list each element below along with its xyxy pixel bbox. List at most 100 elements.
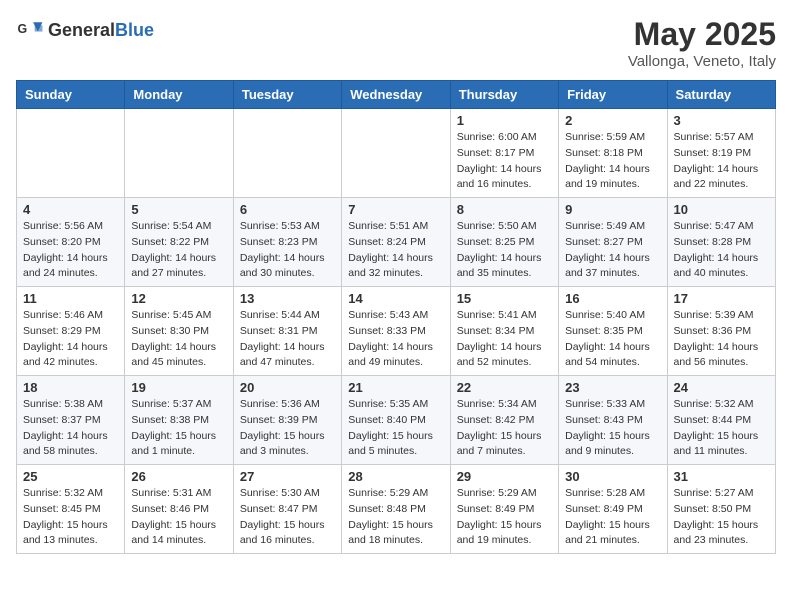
day-header-sunday: Sunday [17,81,125,109]
calendar-cell: 20 Sunrise: 5:36 AM Sunset: 8:39 PM Dayli… [233,376,341,465]
day-info: Sunrise: 5:30 AM Sunset: 8:47 PM Dayligh… [240,486,335,549]
day-info: Sunrise: 5:37 AM Sunset: 8:38 PM Dayligh… [131,397,226,460]
day-number: 19 [131,380,226,395]
day-info: Sunrise: 5:38 AM Sunset: 8:37 PM Dayligh… [23,397,118,460]
calendar-cell: 24 Sunrise: 5:32 AM Sunset: 8:44 PM Dayli… [667,376,775,465]
day-info: Sunrise: 5:57 AM Sunset: 8:19 PM Dayligh… [674,130,769,193]
day-header-saturday: Saturday [667,81,775,109]
day-number: 16 [565,291,660,306]
day-number: 18 [23,380,118,395]
day-info: Sunrise: 5:39 AM Sunset: 8:36 PM Dayligh… [674,308,769,371]
calendar-cell: 31Sunrise: 5:27 AM Sunset: 8:50 PM Dayli… [667,465,775,554]
day-info: Sunrise: 5:31 AM Sunset: 8:46 PM Dayligh… [131,486,226,549]
day-number: 23 [565,380,660,395]
calendar-cell: 23 Sunrise: 5:33 AM Sunset: 8:43 PM Dayli… [559,376,667,465]
calendar-week-row: 11Sunrise: 5:46 AM Sunset: 8:29 PM Dayli… [17,287,776,376]
calendar-cell: 18 Sunrise: 5:38 AM Sunset: 8:37 PM Dayli… [17,376,125,465]
calendar-cell: 28Sunrise: 5:29 AM Sunset: 8:48 PM Dayli… [342,465,450,554]
day-number: 10 [674,202,769,217]
calendar-title: May 2025 [628,16,776,53]
day-number: 7 [348,202,443,217]
calendar-week-row: 18 Sunrise: 5:38 AM Sunset: 8:37 PM Dayli… [17,376,776,465]
calendar-cell: 1 Sunrise: 6:00 AM Sunset: 8:17 PM Daylig… [450,109,558,198]
day-info: Sunrise: 5:44 AM Sunset: 8:31 PM Dayligh… [240,308,335,371]
day-number: 17 [674,291,769,306]
day-info: Sunrise: 5:29 AM Sunset: 8:49 PM Dayligh… [457,486,552,549]
day-number: 30 [565,469,660,484]
calendar-cell: 22 Sunrise: 5:34 AM Sunset: 8:42 PM Dayli… [450,376,558,465]
day-number: 2 [565,113,660,128]
calendar-cell: 3 Sunrise: 5:57 AM Sunset: 8:19 PM Daylig… [667,109,775,198]
day-info: Sunrise: 5:32 AM Sunset: 8:44 PM Dayligh… [674,397,769,460]
day-info: Sunrise: 5:28 AM Sunset: 8:49 PM Dayligh… [565,486,660,549]
day-info: Sunrise: 5:47 AM Sunset: 8:28 PM Dayligh… [674,219,769,282]
day-header-tuesday: Tuesday [233,81,341,109]
day-info: Sunrise: 5:54 AM Sunset: 8:22 PM Dayligh… [131,219,226,282]
day-info: Sunrise: 5:32 AM Sunset: 8:45 PM Dayligh… [23,486,118,549]
calendar-cell: 2 Sunrise: 5:59 AM Sunset: 8:18 PM Daylig… [559,109,667,198]
calendar-cell: 17 Sunrise: 5:39 AM Sunset: 8:36 PM Dayli… [667,287,775,376]
day-number: 12 [131,291,226,306]
calendar-cell [233,109,341,198]
day-info: Sunrise: 5:43 AM Sunset: 8:33 PM Dayligh… [348,308,443,371]
calendar-cell: 21 Sunrise: 5:35 AM Sunset: 8:40 PM Dayli… [342,376,450,465]
calendar-cell [342,109,450,198]
calendar-cell: 29 Sunrise: 5:29 AM Sunset: 8:49 PM Dayli… [450,465,558,554]
title-section: May 2025 Vallonga, Veneto, Italy [628,16,776,70]
day-number: 29 [457,469,552,484]
day-info: Sunrise: 5:36 AM Sunset: 8:39 PM Dayligh… [240,397,335,460]
calendar-table: SundayMondayTuesdayWednesdayThursdayFrid… [16,80,776,554]
day-number: 3 [674,113,769,128]
day-info: Sunrise: 5:29 AM Sunset: 8:48 PM Dayligh… [348,486,443,549]
logo-general: General [48,20,115,40]
day-info: Sunrise: 5:46 AM Sunset: 8:29 PM Dayligh… [23,308,118,371]
day-header-wednesday: Wednesday [342,81,450,109]
calendar-cell: 16Sunrise: 5:40 AM Sunset: 8:35 PM Dayli… [559,287,667,376]
calendar-cell: 12 Sunrise: 5:45 AM Sunset: 8:30 PM Dayli… [125,287,233,376]
page-header: G GeneralBlue May 2025 Vallonga, Veneto,… [16,16,776,70]
calendar-cell: 10 Sunrise: 5:47 AM Sunset: 8:28 PM Dayli… [667,198,775,287]
day-number: 20 [240,380,335,395]
day-number: 13 [240,291,335,306]
calendar-header-row: SundayMondayTuesdayWednesdayThursdayFrid… [17,81,776,109]
day-number: 15 [457,291,552,306]
calendar-cell: 19 Sunrise: 5:37 AM Sunset: 8:38 PM Dayli… [125,376,233,465]
day-number: 8 [457,202,552,217]
day-info: Sunrise: 5:51 AM Sunset: 8:24 PM Dayligh… [348,219,443,282]
day-number: 21 [348,380,443,395]
calendar-cell: 15Sunrise: 5:41 AM Sunset: 8:34 PM Dayli… [450,287,558,376]
calendar-cell: 5 Sunrise: 5:54 AM Sunset: 8:22 PM Daylig… [125,198,233,287]
logo-icon: G [16,16,44,44]
day-number: 22 [457,380,552,395]
calendar-cell [17,109,125,198]
day-number: 25 [23,469,118,484]
calendar-cell: 26Sunrise: 5:31 AM Sunset: 8:46 PM Dayli… [125,465,233,554]
calendar-cell: 7 Sunrise: 5:51 AM Sunset: 8:24 PM Daylig… [342,198,450,287]
day-number: 24 [674,380,769,395]
day-info: Sunrise: 5:50 AM Sunset: 8:25 PM Dayligh… [457,219,552,282]
day-info: Sunrise: 5:45 AM Sunset: 8:30 PM Dayligh… [131,308,226,371]
day-number: 5 [131,202,226,217]
calendar-week-row: 25 Sunrise: 5:32 AM Sunset: 8:45 PM Dayli… [17,465,776,554]
calendar-week-row: 1 Sunrise: 6:00 AM Sunset: 8:17 PM Daylig… [17,109,776,198]
day-info: Sunrise: 5:27 AM Sunset: 8:50 PM Dayligh… [674,486,769,549]
day-info: Sunrise: 5:34 AM Sunset: 8:42 PM Dayligh… [457,397,552,460]
logo-blue: Blue [115,20,154,40]
day-number: 27 [240,469,335,484]
day-number: 1 [457,113,552,128]
day-info: Sunrise: 5:53 AM Sunset: 8:23 PM Dayligh… [240,219,335,282]
day-info: Sunrise: 5:49 AM Sunset: 8:27 PM Dayligh… [565,219,660,282]
calendar-cell: 25 Sunrise: 5:32 AM Sunset: 8:45 PM Dayli… [17,465,125,554]
day-info: Sunrise: 5:35 AM Sunset: 8:40 PM Dayligh… [348,397,443,460]
calendar-cell: 13 Sunrise: 5:44 AM Sunset: 8:31 PM Dayli… [233,287,341,376]
day-info: Sunrise: 6:00 AM Sunset: 8:17 PM Dayligh… [457,130,552,193]
calendar-week-row: 4Sunrise: 5:56 AM Sunset: 8:20 PM Daylig… [17,198,776,287]
calendar-cell: 8 Sunrise: 5:50 AM Sunset: 8:25 PM Daylig… [450,198,558,287]
calendar-cell: 27 Sunrise: 5:30 AM Sunset: 8:47 PM Dayli… [233,465,341,554]
day-number: 4 [23,202,118,217]
day-info: Sunrise: 5:33 AM Sunset: 8:43 PM Dayligh… [565,397,660,460]
calendar-cell: 11Sunrise: 5:46 AM Sunset: 8:29 PM Dayli… [17,287,125,376]
day-number: 9 [565,202,660,217]
day-info: Sunrise: 5:59 AM Sunset: 8:18 PM Dayligh… [565,130,660,193]
calendar-cell [125,109,233,198]
